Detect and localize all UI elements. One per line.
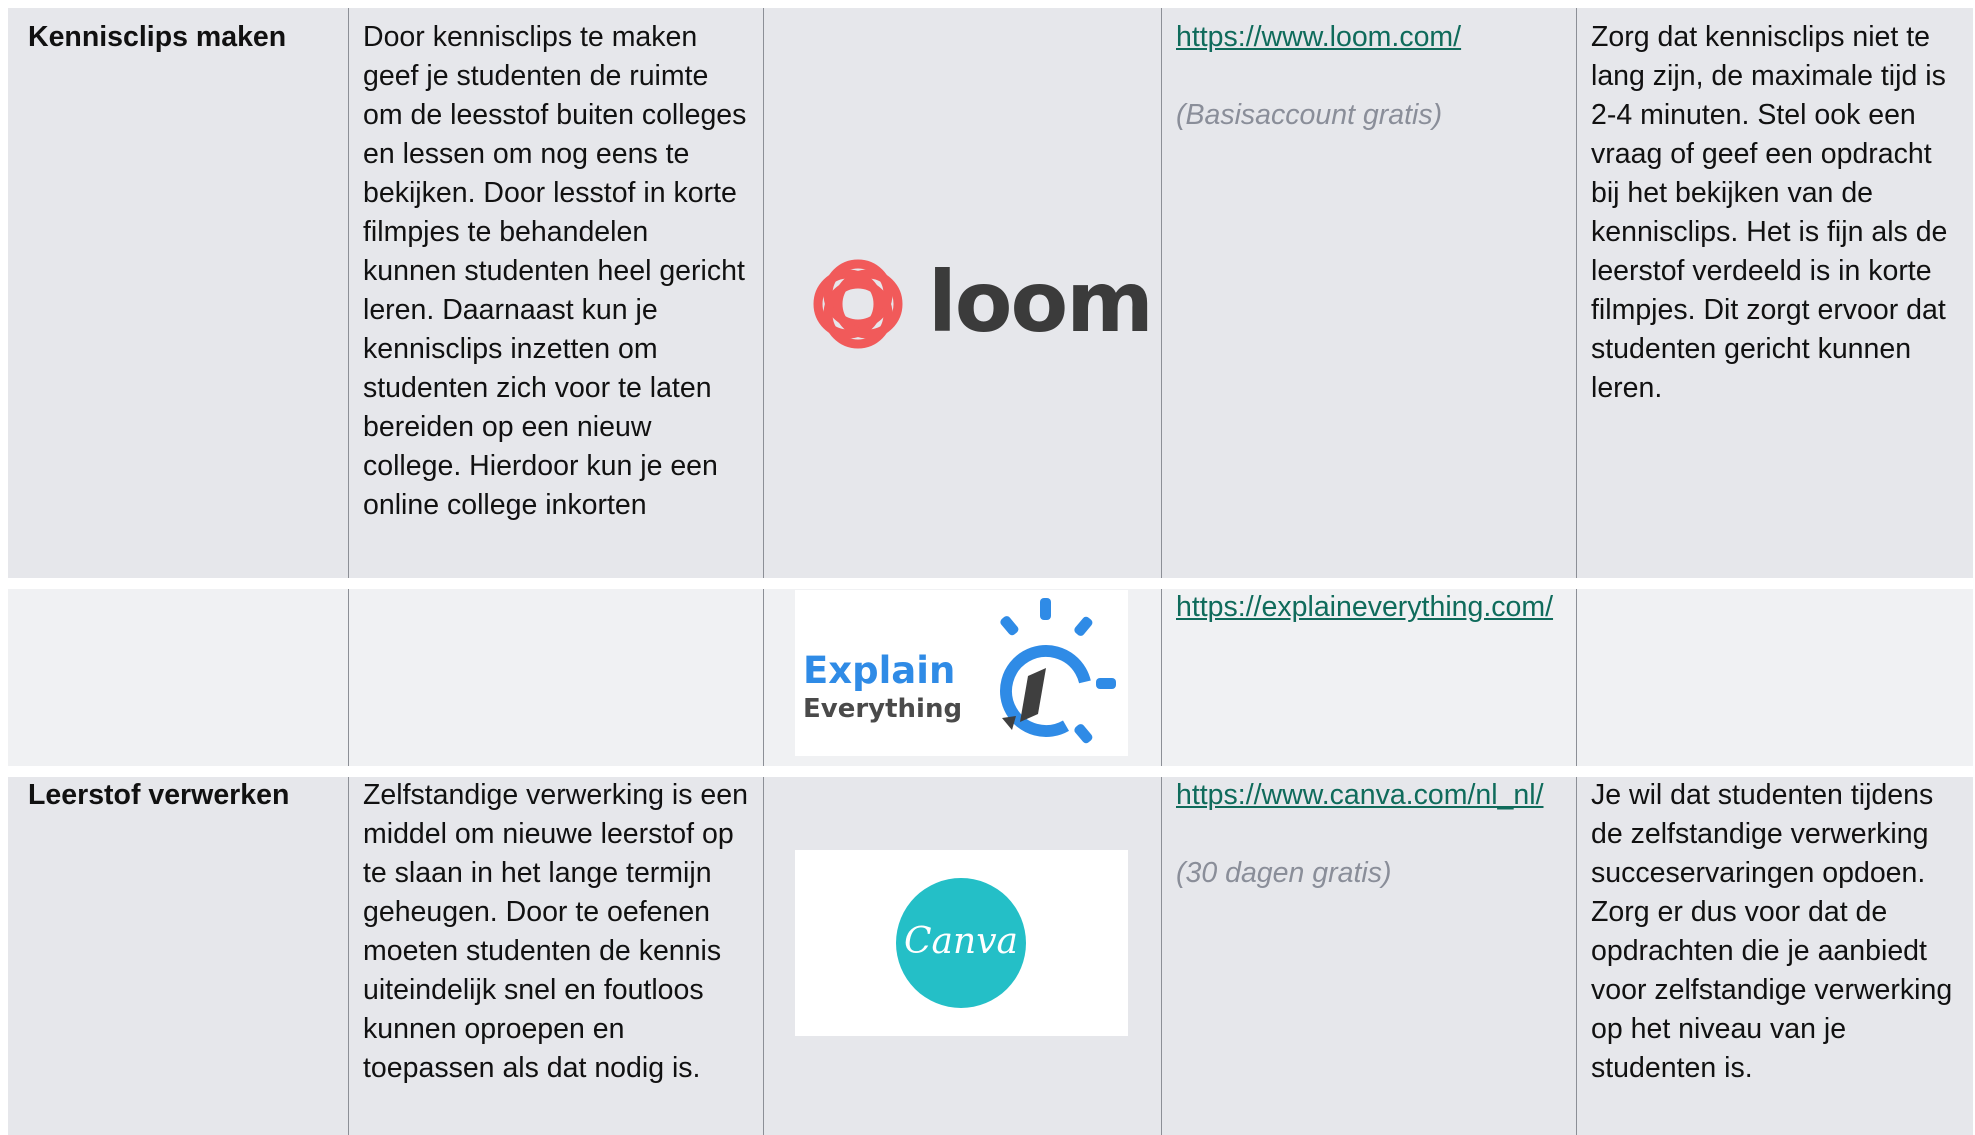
topic-cell: Leerstof verwerken xyxy=(8,766,348,1135)
canva-wordmark: Canva xyxy=(904,921,1018,962)
tool-link[interactable]: https://www.loom.com/ xyxy=(1176,18,1562,57)
tip-cell: Je wil dat studenten tijdens de zelfstan… xyxy=(1576,766,1973,1135)
logo-cell: Explain Everything xyxy=(763,578,1161,766)
pricing-note: (30 dagen gratis) xyxy=(1176,857,1392,889)
link-cell: https://www.loom.com/ (Basisaccount grat… xyxy=(1161,8,1576,578)
explain-wordmark: Explain xyxy=(803,649,956,692)
tool-link[interactable]: https://www.canva.com/nl_nl/ xyxy=(1176,776,1562,815)
canva-logo: Canva xyxy=(795,850,1128,1036)
tip-cell xyxy=(1576,578,1973,766)
description-cell xyxy=(348,578,763,766)
logo-cell: loom xyxy=(763,8,1161,578)
tools-table: Kennisclips maken Door kennisclips te ma… xyxy=(8,8,1973,1135)
tool-link[interactable]: https://explaineverything.com/ xyxy=(1176,588,1562,627)
topic-cell: Kennisclips maken xyxy=(8,8,348,578)
link-cell: https://explaineverything.com/ xyxy=(1161,578,1576,766)
row-divider xyxy=(0,578,1975,589)
logo-cell: Canva xyxy=(763,766,1161,1135)
loom-wordmark: loom xyxy=(928,253,1154,351)
link-cell: https://www.canva.com/nl_nl/ (30 dagen g… xyxy=(1161,766,1576,1135)
bulb-icon xyxy=(1000,598,1116,744)
pricing-note: (Basisaccount gratis) xyxy=(1176,99,1443,131)
topic-cell xyxy=(8,578,348,766)
description-cell: Door kennisclips te maken geef je studen… xyxy=(348,8,763,578)
description-cell: Zelfstandige verwerking is een middel om… xyxy=(348,766,763,1135)
everything-wordmark: Everything xyxy=(803,694,963,724)
explain-everything-logo: Explain Everything xyxy=(795,590,1128,756)
tip-cell: Zorg dat kennisclips niet te lang zijn, … xyxy=(1576,8,1973,578)
row-divider xyxy=(0,766,1975,777)
loom-logo: loom xyxy=(800,246,1154,366)
